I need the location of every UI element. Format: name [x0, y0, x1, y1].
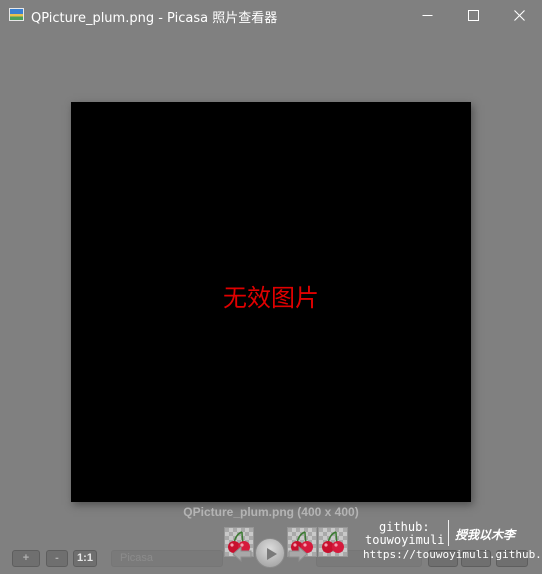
playback-controls	[231, 538, 309, 570]
watermark-divider	[448, 520, 449, 546]
close-button[interactable]	[496, 0, 542, 30]
actual-size-button[interactable]: 1:1	[73, 550, 97, 567]
close-icon	[513, 9, 525, 21]
image-caption: QPicture_plum.png (400 x 400)	[183, 505, 359, 519]
minimize-button[interactable]	[404, 0, 450, 30]
window-title: QPicture_plum.png - Picasa 照片查看器	[31, 11, 278, 26]
image-canvas[interactable]: 无效图片	[71, 102, 471, 502]
arrow-left-icon[interactable]	[231, 544, 253, 564]
cherry-icon	[322, 531, 344, 553]
picasa-button[interactable]: Picasa	[111, 550, 223, 567]
watermark: github: touwoyimuli 授我以木李 https://touwoy…	[360, 518, 542, 564]
maximize-icon	[467, 9, 479, 21]
watermark-github-label: github:	[379, 520, 430, 534]
cherry-thumbnail[interactable]	[318, 527, 348, 557]
watermark-motto: 授我以木李	[455, 528, 516, 542]
play-button[interactable]	[255, 538, 285, 568]
zoom-in-button[interactable]: +	[12, 550, 40, 567]
minimize-icon	[422, 14, 432, 16]
invalid-image-message: 无效图片	[223, 284, 319, 312]
title-bar: QPicture_plum.png - Picasa 照片查看器	[0, 0, 542, 30]
watermark-url: https://touwoyimuli.github.io	[363, 548, 542, 561]
zoom-out-button[interactable]: -	[46, 550, 68, 567]
arrow-right-icon[interactable]	[287, 544, 309, 564]
watermark-username: touwoyimuli	[365, 533, 445, 547]
play-icon	[267, 548, 277, 560]
picasa-photo-icon	[9, 8, 24, 21]
maximize-button[interactable]	[450, 0, 496, 30]
picasa-label: Picasa	[120, 552, 154, 564]
